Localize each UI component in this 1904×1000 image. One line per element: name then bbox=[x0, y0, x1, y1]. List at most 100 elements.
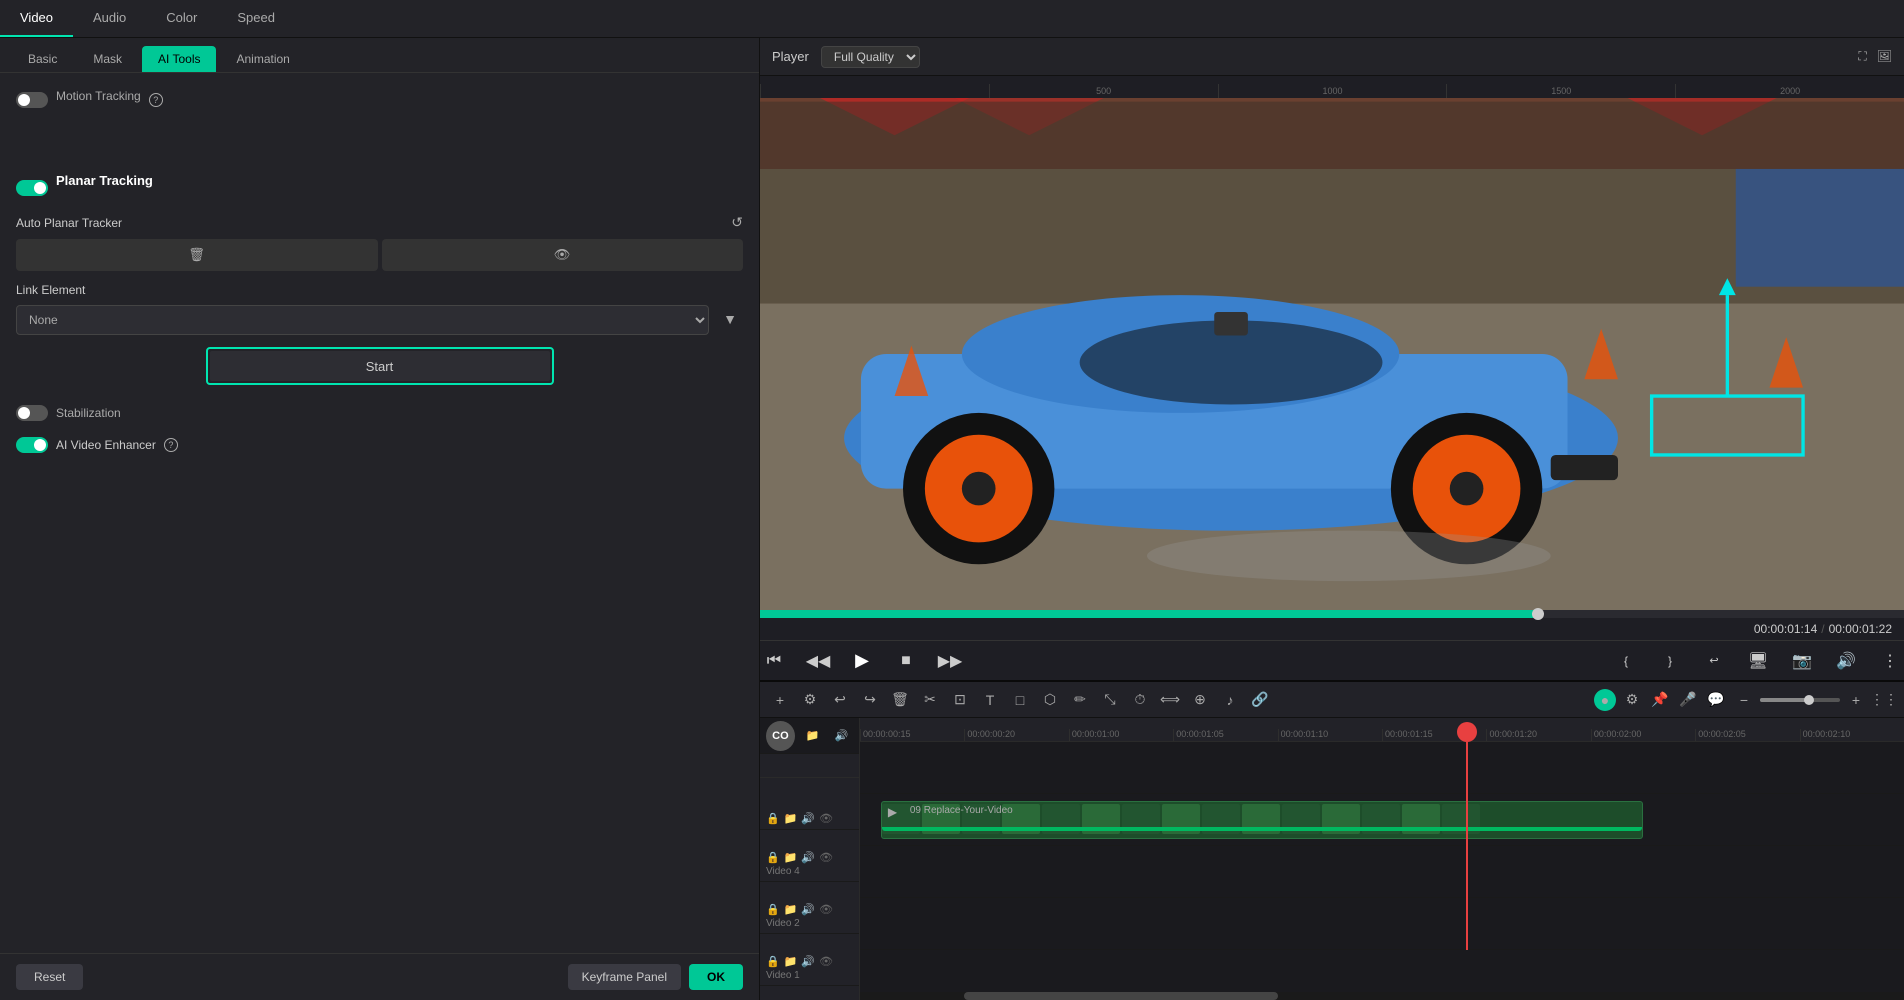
zoom-pin-button[interactable]: 📌 bbox=[1648, 688, 1672, 712]
stop-button[interactable]: ■ bbox=[892, 647, 920, 675]
text-button[interactable]: T bbox=[978, 688, 1002, 712]
sub-tab-ai-tools[interactable]: AI Tools bbox=[142, 46, 216, 72]
track-eye-icon4[interactable]: 👁 bbox=[819, 955, 833, 968]
track-folder-icon3[interactable]: 📁 bbox=[784, 903, 798, 916]
in-point-button[interactable]: { bbox=[1612, 647, 1640, 675]
ruler-mark-1500: 1500 bbox=[1446, 84, 1675, 98]
audio-snap-button[interactable]: ♪ bbox=[1218, 688, 1242, 712]
tab-audio[interactable]: Audio bbox=[73, 0, 146, 37]
rectangle-button[interactable]: □ bbox=[1008, 688, 1032, 712]
zoom-out-button[interactable]: − bbox=[1732, 688, 1756, 712]
keyframe-panel-button[interactable]: Keyframe Panel bbox=[568, 964, 681, 990]
track-eye-icon3[interactable]: 👁 bbox=[819, 903, 833, 916]
delete-button[interactable]: 🗑 bbox=[888, 688, 912, 712]
track-lock-icon3[interactable]: 🔒 bbox=[766, 903, 780, 916]
timeline-settings-button[interactable]: ⚙ bbox=[798, 688, 822, 712]
shape-button[interactable]: ⬡ bbox=[1038, 688, 1062, 712]
link-element-select[interactable]: None bbox=[16, 305, 709, 335]
motion-tracking-toggle[interactable] bbox=[16, 92, 48, 108]
more-timeline-button[interactable]: ⋮⋮ bbox=[1872, 688, 1896, 712]
track-eye-icon2[interactable]: 👁 bbox=[819, 851, 833, 864]
start-button[interactable]: Start bbox=[210, 351, 550, 381]
speed-button[interactable]: ⏱ bbox=[1128, 688, 1152, 712]
avatar-area: CO 📁 🔊 bbox=[760, 718, 859, 754]
track-lock-icon2[interactable]: 🔒 bbox=[766, 851, 780, 864]
track-folder-icon[interactable]: 📁 bbox=[784, 812, 798, 825]
track-row-empty1 bbox=[860, 742, 1904, 794]
refresh-icon[interactable]: ↺ bbox=[731, 214, 743, 231]
ok-button[interactable]: OK bbox=[689, 964, 743, 990]
frame-back-button[interactable]: ◀◀ bbox=[804, 647, 832, 675]
zoom-mic-button[interactable]: 🎤 bbox=[1676, 688, 1700, 712]
go-to-in-button[interactable]: ↩ bbox=[1700, 647, 1728, 675]
add-audio-button[interactable]: 🔊 bbox=[830, 724, 853, 748]
split-button[interactable]: ✂ bbox=[918, 688, 942, 712]
progress-thumb[interactable] bbox=[1532, 608, 1544, 620]
progress-bar[interactable] bbox=[760, 610, 1904, 618]
redo-button[interactable]: ↪ bbox=[858, 688, 882, 712]
ai-enhancer-toggle[interactable] bbox=[16, 437, 48, 453]
video-clip-bar[interactable]: ▶ 09 Replace-Your-Video bbox=[881, 801, 1643, 839]
track-folder-icon4[interactable]: 📁 bbox=[784, 955, 798, 968]
track-eye-icon1[interactable]: 👁 bbox=[819, 812, 833, 825]
out-point-button[interactable]: } bbox=[1656, 647, 1684, 675]
frame-forward-button[interactable]: ▶▶ bbox=[936, 647, 964, 675]
sub-tab-basic[interactable]: Basic bbox=[12, 46, 73, 72]
tab-color[interactable]: Color bbox=[146, 0, 217, 37]
play-button[interactable]: ▶ bbox=[848, 647, 876, 675]
h-scrollbar[interactable] bbox=[860, 992, 1904, 1000]
stabilization-toggle[interactable] bbox=[16, 405, 48, 421]
camera-icon[interactable]: 📷 bbox=[1788, 647, 1816, 675]
ripple-button[interactable]: ⟺ bbox=[1158, 688, 1182, 712]
magnet-button[interactable]: ⊕ bbox=[1188, 688, 1212, 712]
zoom-subtitle-button[interactable]: 💬 bbox=[1704, 688, 1728, 712]
zoom-settings2-button[interactable]: ⚙ bbox=[1620, 688, 1644, 712]
add-track-button[interactable]: + bbox=[768, 688, 792, 712]
eye-tracker-button[interactable]: 👁 bbox=[382, 239, 744, 271]
undo-button[interactable]: ↩ bbox=[828, 688, 852, 712]
reset-button[interactable]: Reset bbox=[16, 964, 83, 990]
tab-speed[interactable]: Speed bbox=[217, 0, 295, 37]
track-speaker-icon4[interactable]: 🔊 bbox=[801, 955, 815, 968]
chevron-down-icon: ▼ bbox=[717, 305, 743, 335]
fullscreen-icon[interactable]: ⛶ bbox=[1858, 49, 1866, 64]
track-speaker-icon2[interactable]: 🔊 bbox=[801, 851, 815, 864]
step-back-button[interactable]: ⏮ bbox=[760, 647, 788, 675]
planar-tracking-toggle[interactable] bbox=[16, 180, 48, 196]
add-media-button[interactable]: 📁 bbox=[801, 724, 824, 748]
pen-button[interactable]: ✏ bbox=[1068, 688, 1092, 712]
more-options-icon[interactable]: ⋮ bbox=[1876, 647, 1904, 675]
tab-video[interactable]: Video bbox=[0, 0, 73, 37]
ruler-mark-7: 00:00:01:20 bbox=[1486, 729, 1590, 741]
timeline-section: + ⚙ ↩ ↪ 🗑 ✂ ⊡ T □ ⬡ ✏ ⤡ ⏱ ⟺ ⊕ ♪ 🔗 bbox=[760, 680, 1904, 1000]
zoom-in-button[interactable]: + bbox=[1844, 688, 1868, 712]
track-labels: CO 📁 🔊 🔒 📁 🔊 👁 bbox=[760, 718, 860, 1000]
monitor-icon[interactable]: 🖥 bbox=[1744, 647, 1772, 675]
quality-select[interactable]: Full Quality 1/2 Quality 1/4 Quality bbox=[821, 46, 920, 68]
crop-button[interactable]: ⊡ bbox=[948, 688, 972, 712]
track-speaker-icon3[interactable]: 🔊 bbox=[801, 903, 815, 916]
link-button[interactable]: 🔗 bbox=[1248, 688, 1272, 712]
video-frame-svg bbox=[760, 98, 1904, 610]
ai-enhancer-help-icon[interactable]: ? bbox=[164, 438, 178, 452]
motion-tracking-row: Motion Tracking ? bbox=[16, 89, 743, 111]
speaker-icon[interactable]: 🔊 bbox=[1832, 647, 1860, 675]
sub-tab-animation[interactable]: Animation bbox=[220, 46, 305, 72]
delete-tracker-button[interactable]: 🗑 bbox=[16, 239, 378, 271]
motion-tracking-help-icon[interactable]: ? bbox=[149, 93, 163, 107]
track-speaker-icon1[interactable]: 🔊 bbox=[801, 812, 815, 825]
track-lock-icon4[interactable]: 🔒 bbox=[766, 955, 780, 968]
zoom-thumb[interactable] bbox=[1804, 695, 1814, 705]
picture-in-picture-icon[interactable]: 🖼 bbox=[1877, 49, 1892, 64]
top-tab-bar: Video Audio Color Speed bbox=[0, 0, 1904, 38]
transform-button[interactable]: ⤡ bbox=[1098, 688, 1122, 712]
footer-right-buttons: Keyframe Panel OK bbox=[568, 964, 743, 990]
sub-tab-mask[interactable]: Mask bbox=[77, 46, 138, 72]
zoom-slider[interactable] bbox=[1760, 698, 1840, 702]
h-scrollbar-thumb[interactable] bbox=[964, 992, 1277, 1000]
track-lock-icon[interactable]: 🔒 bbox=[766, 812, 780, 825]
track-video1-icons: 🔒 📁 🔊 👁 bbox=[766, 955, 853, 968]
zoom-record-button[interactable]: ● bbox=[1594, 689, 1616, 711]
track-folder-icon2[interactable]: 📁 bbox=[784, 851, 798, 864]
left-panel: Basic Mask AI Tools Animation Motion Tra… bbox=[0, 38, 760, 1000]
